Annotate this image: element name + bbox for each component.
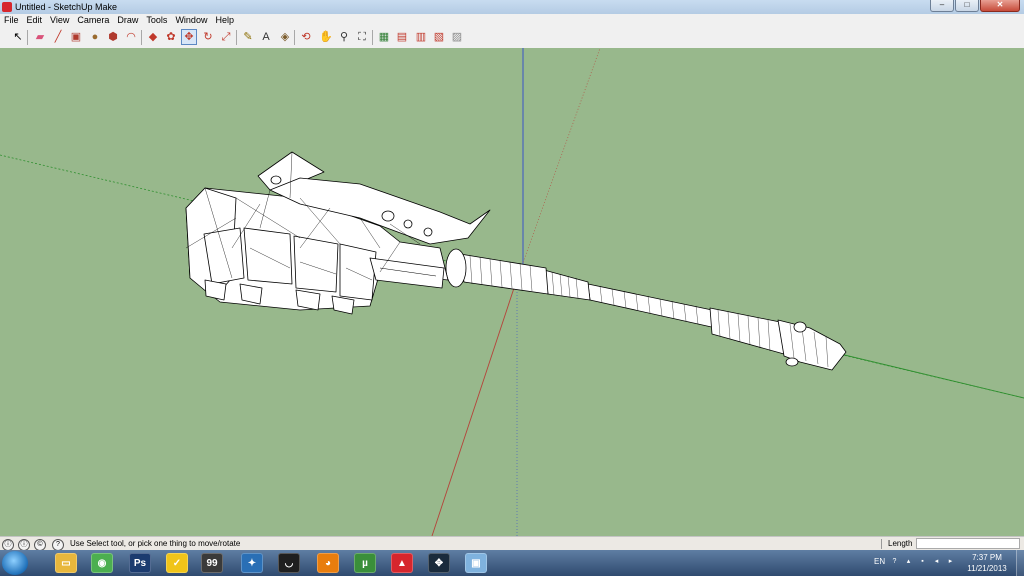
handle-shaft [587,283,717,329]
status-hint-text: Use Select tool, or pick one thing to mo… [70,539,241,548]
line-tool-icon[interactable]: ╱ [50,29,66,45]
head-bolt-1 [270,175,282,185]
toolbar-separator [372,30,373,45]
help-tray-icon[interactable]: ? [890,557,899,566]
head-bolt-4 [423,227,433,237]
push-pull-tool-icon[interactable]: ◆ [145,29,161,45]
eraser-tool-icon[interactable]: ▰ [32,29,48,45]
clock-date: 11/21/2013 [967,564,1007,573]
head-panel-4 [339,243,377,301]
start-button[interactable] [2,551,28,575]
getting-started-toolbar: ↖ ▰ ╱ ▣ ● ⬢ ◠ ◆ ✿ ✥ ↻ ⤢ ✎ A ◈ ⟲ ✋ ⚲ ⛶ ▦ ▤ ▥ ▧ ▨ [0,27,1024,49]
rectangle-tool-icon[interactable]: ▣ [68,29,84,45]
title-bar: Untitled - SketchUp Make – □ ✕ [0,0,1024,14]
status-divider [881,539,882,549]
red-axis-dotted [515,48,601,283]
handle-grip [709,307,785,355]
extension-warehouse-icon[interactable]: ▧ [431,29,447,45]
modeling-viewport[interactable] [0,48,1024,536]
sketchup-app-icon[interactable] [2,2,12,12]
remote-desktop-icon[interactable]: ▣ [465,553,487,573]
network-app-icon[interactable]: ✥ [428,553,450,573]
winamp-icon[interactable]: 99 [201,553,223,573]
minimize-button[interactable]: – [930,0,954,12]
3d-warehouse-icon[interactable]: ▤ [394,29,410,45]
arc-tool-icon[interactable]: ◠ [123,29,139,45]
menu-camera[interactable]: Camera [73,14,113,27]
menu-tools[interactable]: Tools [142,14,171,27]
norton-icon[interactable]: ✓ [166,553,188,573]
neck-collar [543,269,591,301]
utorrent-icon[interactable]: µ [354,553,376,573]
select-tool-icon[interactable]: ↖ [10,29,26,45]
window-controls: – □ ✕ [930,0,1020,12]
sketchup-icon[interactable]: ▲ [391,553,413,573]
move-tool-icon[interactable]: ✥ [181,29,197,45]
head-bolt-2 [381,210,395,222]
toolbar-separator [236,30,237,45]
hammer-model [185,151,847,371]
pan-tool-icon[interactable]: ✋ [318,29,334,45]
maximize-button[interactable]: □ [955,0,979,12]
polygon-tool-icon[interactable]: ⬢ [105,29,121,45]
toolbar-separator [294,30,295,45]
taskbar-clock[interactable]: 7:37 PM 11/21/2013 [960,552,1014,574]
measurements-label: Length [888,539,913,548]
vector-app-icon[interactable]: ✦ [241,553,263,573]
chrome-icon[interactable]: ◉ [91,553,113,573]
circle-tool-icon[interactable]: ● [87,29,103,45]
show-desktop-button[interactable] [1016,550,1024,576]
text-tool-icon[interactable]: A [258,29,274,45]
language-indicator[interactable]: EN [874,557,885,566]
head-bolt-3 [403,219,413,229]
flag-tray-icon[interactable]: ▸ [946,557,955,566]
status-bar: ⓘ ⓘ © ? Use Select tool, or pick one thi… [0,536,1024,551]
menu-file[interactable]: File [0,14,23,27]
menu-window[interactable]: Window [171,14,211,27]
volume-tray-icon[interactable]: ◂ [932,557,941,566]
menu-edit[interactable]: Edit [23,14,47,27]
menu-view[interactable]: View [46,14,73,27]
menu-help[interactable]: Help [211,14,238,27]
measurements-input[interactable] [916,538,1020,549]
toolbar-separator [27,30,28,45]
red-axis-line [431,281,517,536]
head-panel-2 [243,227,293,285]
pommel-foot [785,357,799,367]
scale-tool-icon[interactable]: ⤢ [218,29,234,45]
head-tooth-1 [204,279,227,301]
file-explorer-icon[interactable]: ▭ [55,553,77,573]
close-button[interactable]: ✕ [980,0,1020,12]
tray-overflow-icon[interactable]: ▴ [904,557,913,566]
photoshop-icon[interactable]: Ps [129,553,151,573]
share-model-icon[interactable]: ▥ [413,29,429,45]
headphones-app-icon[interactable]: ◡ [278,553,300,573]
blender-icon[interactable]: ◕ [317,553,339,573]
pommel-knob [793,321,807,333]
orbit-tool-icon[interactable]: ⟲ [298,29,314,45]
toolbar-separator [141,30,142,45]
tape-measure-tool-icon[interactable]: ✎ [240,29,256,45]
follow-me-tool-icon[interactable]: ✿ [163,29,179,45]
send-to-layout-icon[interactable]: ▨ [449,29,465,45]
clock-time: 7:37 PM [972,553,1002,562]
scene-canvas[interactable] [0,48,1024,536]
network-tray-icon[interactable]: ▪ [918,557,927,566]
menu-bar: File Edit View Camera Draw Tools Window … [0,14,1024,27]
window-title: Untitled - SketchUp Make [15,2,118,12]
geo-location-icon[interactable]: ▦ [376,29,392,45]
head-panel-3 [293,235,339,293]
zoom-extents-tool-icon[interactable]: ⛶ [354,29,370,45]
paint-bucket-tool-icon[interactable]: ◈ [277,29,293,45]
rotate-tool-icon[interactable]: ↻ [200,29,216,45]
neck-shaft [459,253,549,295]
neck-ring [445,248,467,288]
menu-draw[interactable]: Draw [113,14,142,27]
windows-taskbar: ▭ ◉ Ps ✓ 99 ✦ ◡ ◕ µ ▲ ✥ ▣ EN ? ▴ ▪ ◂ ▸ 7:37 PM 11/2… [0,550,1024,576]
zoom-tool-icon[interactable]: ⚲ [336,29,352,45]
